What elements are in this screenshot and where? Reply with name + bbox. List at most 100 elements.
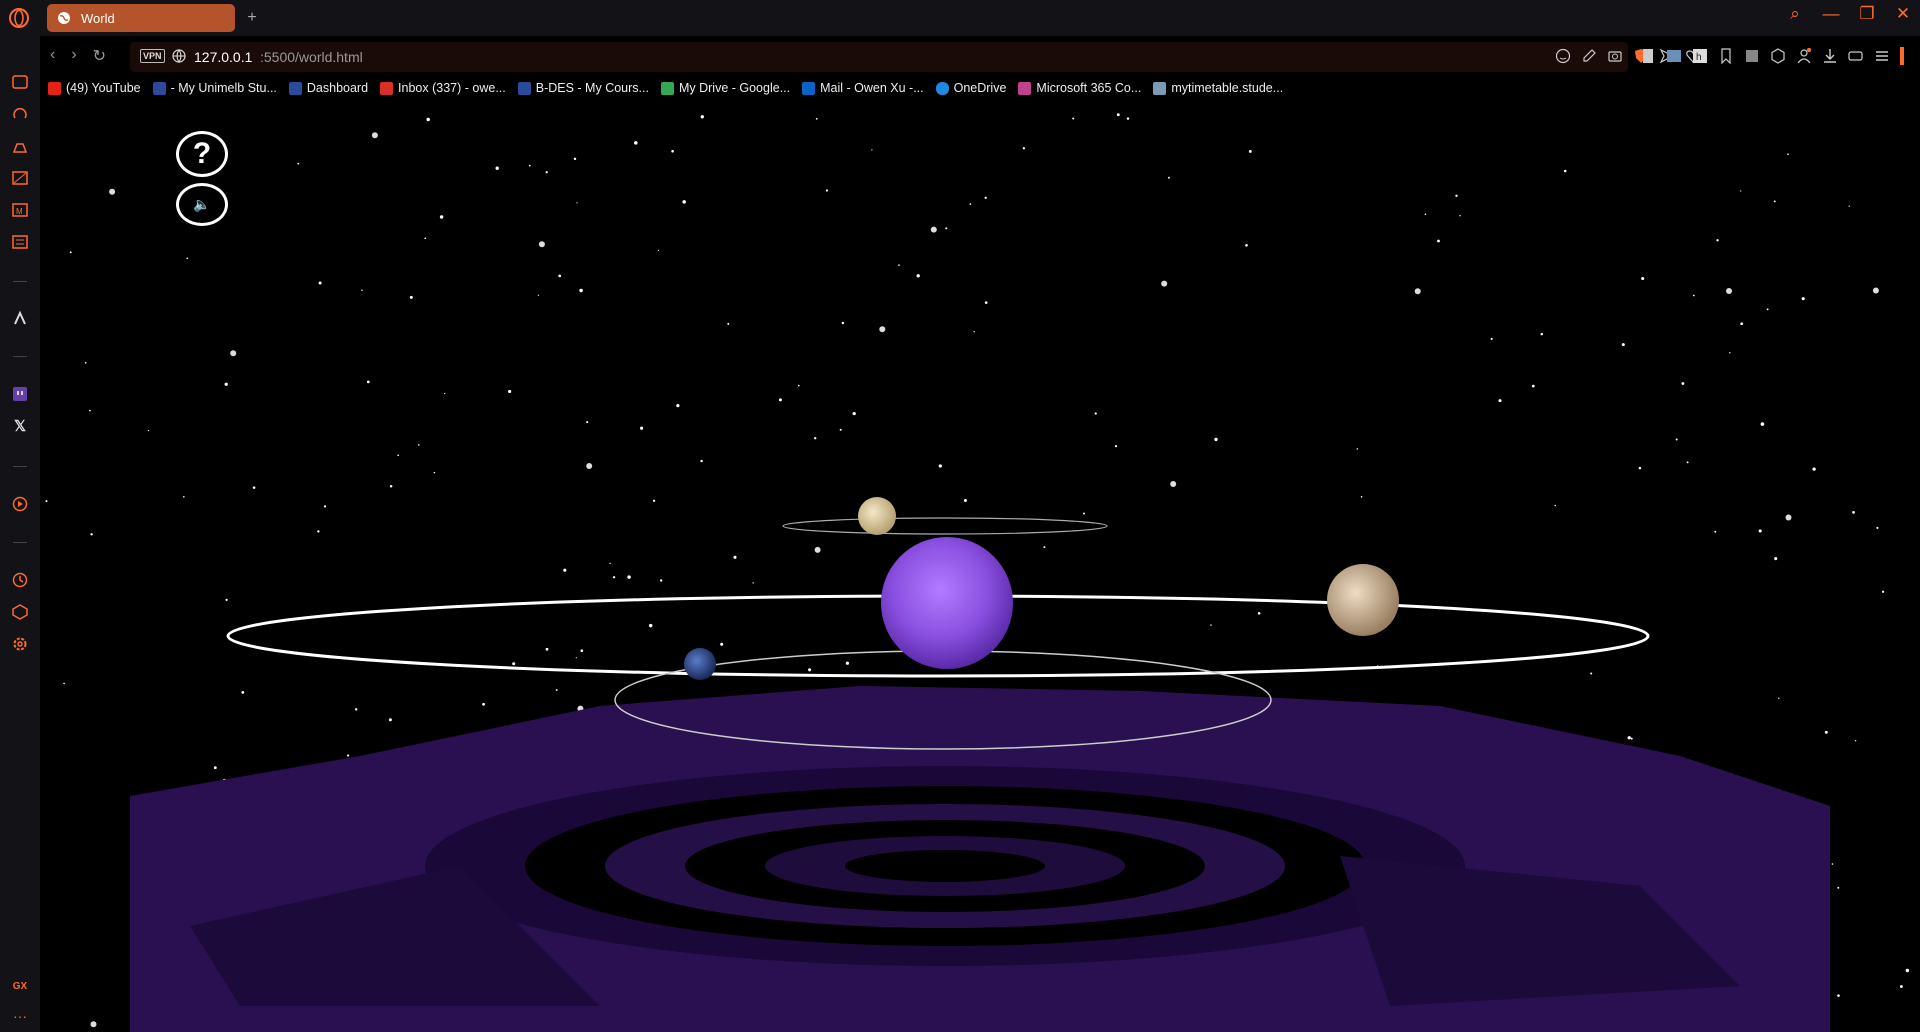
help-button[interactable]: ? [176,131,228,177]
bookmark-onedrive[interactable]: OneDrive [935,81,1006,95]
settings-gear-icon[interactable] [10,634,30,654]
bookmark-m365[interactable]: Microsoft 365 Co... [1018,81,1141,95]
forward-icon[interactable]: › [71,46,76,66]
star [852,411,856,416]
extension-grid-icon[interactable] [1744,48,1760,64]
star [1905,968,1910,973]
star [1872,287,1879,294]
star [1210,624,1212,626]
history-icon[interactable] [10,570,30,590]
star [573,157,577,161]
canvas-icon [288,81,302,95]
venus-planet[interactable] [858,497,896,535]
bookmark-youtube[interactable]: (49) YouTube [48,81,141,95]
close-button[interactable]: ✕ [1894,4,1912,24]
player-icon[interactable] [10,494,30,514]
new-tab-button[interactable]: + [242,8,262,28]
star [733,555,737,559]
sun[interactable] [881,537,1013,669]
cube-icon[interactable] [1770,48,1786,64]
news-icon[interactable] [10,232,30,252]
download-icon[interactable] [1822,48,1838,64]
bookmark-mail[interactable]: Mail - Owen Xu -... [802,81,924,95]
star [930,226,937,233]
restore-button[interactable]: ❐ [1858,4,1876,24]
earth-planet[interactable] [684,648,716,680]
mods-icon[interactable]: M [10,200,30,220]
star [648,623,653,628]
cleaner-icon[interactable] [10,136,30,156]
emoji-icon[interactable] [1555,48,1571,64]
star [1638,466,1642,470]
timetable-icon [1153,81,1167,95]
reload-icon[interactable]: ↻ [93,46,106,66]
star [1554,504,1556,507]
menu-icon[interactable] [1874,48,1890,64]
extension-photo-icon[interactable] [1666,48,1682,64]
webpage-viewport[interactable]: ? 🔈 [40,106,1920,1032]
wallpaper-icon[interactable] [10,72,30,92]
battery-saver-icon[interactable] [1848,48,1864,64]
star [814,546,821,553]
aria-icon[interactable] [10,308,30,328]
speed-icon[interactable] [10,104,30,124]
star [1161,280,1168,287]
address-bar: ‹ › ↻ VPN 127.0.0.1 :5500/world.html h [40,42,1920,72]
jupiter-planet[interactable] [1327,564,1399,636]
m365-icon [1018,81,1032,95]
site-info-icon[interactable] [172,49,186,63]
url-field[interactable]: VPN 127.0.0.1 :5500/world.html [130,42,1700,72]
tab-strip: World + ⌕ — ❐ ✕ [0,0,1920,36]
star [512,662,516,666]
bookmark-inbox[interactable]: Inbox (337) - owe... [380,81,506,95]
back-icon[interactable]: ‹ [50,46,55,66]
bookmark-unimelb[interactable]: - My Unimelb Stu... [152,81,277,95]
star [186,257,189,260]
gx-corner-icon[interactable]: GX [10,976,30,996]
star [1854,740,1857,742]
limiter-icon[interactable] [10,168,30,188]
x-twitter-icon[interactable]: 𝕏 [10,416,30,436]
navigation-buttons: ‹ › ↻ [50,46,106,66]
star [652,499,656,502]
star [1563,169,1567,173]
star [580,649,584,652]
bookmark-drive[interactable]: My Drive - Google... [660,81,790,95]
search-icon[interactable]: ⌕ [1786,4,1804,24]
star [984,301,988,304]
opera-gx-logo-icon[interactable] [8,7,30,29]
star [1083,512,1085,515]
star [1257,611,1261,615]
edit-icon[interactable] [1581,48,1597,64]
account-icon[interactable] [1796,47,1812,64]
star [938,464,942,468]
sidebar-divider [13,356,27,357]
star [1360,496,1363,498]
document-icon[interactable] [1640,48,1656,64]
star [537,294,540,296]
star [969,203,972,205]
sound-toggle-button[interactable]: 🔈 [176,183,228,226]
solar-system-scene[interactable] [40,106,1920,1032]
tab-world[interactable]: World [47,4,235,32]
twitch-icon[interactable] [10,384,30,404]
star [230,350,237,357]
bookmark-dashboard[interactable]: Dashboard [288,81,368,95]
star [1801,297,1805,301]
star [973,331,975,333]
vpn-badge[interactable]: VPN [140,49,165,63]
star [700,459,703,463]
bookmark-icon[interactable] [1718,48,1734,65]
extension-h-icon[interactable]: h [1692,48,1708,64]
star [1778,697,1780,699]
star [1686,461,1689,464]
star [1214,437,1218,442]
bookmark-bdes[interactable]: B-DES - My Cours... [517,81,649,95]
star [439,215,444,219]
star [1356,448,1359,450]
more-icon[interactable]: ··· [10,1006,30,1026]
bookmark-timetable[interactable]: mytimetable.stude... [1153,81,1283,95]
camera-icon[interactable] [1607,48,1623,64]
minimize-button[interactable]: — [1822,4,1840,24]
extensions-icon[interactable] [10,602,30,622]
